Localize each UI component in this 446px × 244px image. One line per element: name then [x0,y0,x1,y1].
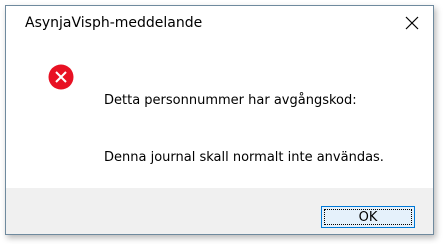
close-icon [405,16,419,30]
ok-button[interactable]: OK [321,206,415,228]
error-icon [48,64,74,90]
close-button[interactable] [391,6,433,40]
message-dialog: AsynjaVisph-meddelande Detta personnumme… [5,5,434,235]
message-line-2: Denna journal skall normalt inte använda… [104,150,384,165]
message-line-1: Detta personnummer har avgångskod: [104,93,357,108]
dialog-title: AsynjaVisph-meddelande [25,15,203,31]
ok-button-label: OK [358,209,378,225]
title-bar: AsynjaVisph-meddelande [6,6,433,40]
